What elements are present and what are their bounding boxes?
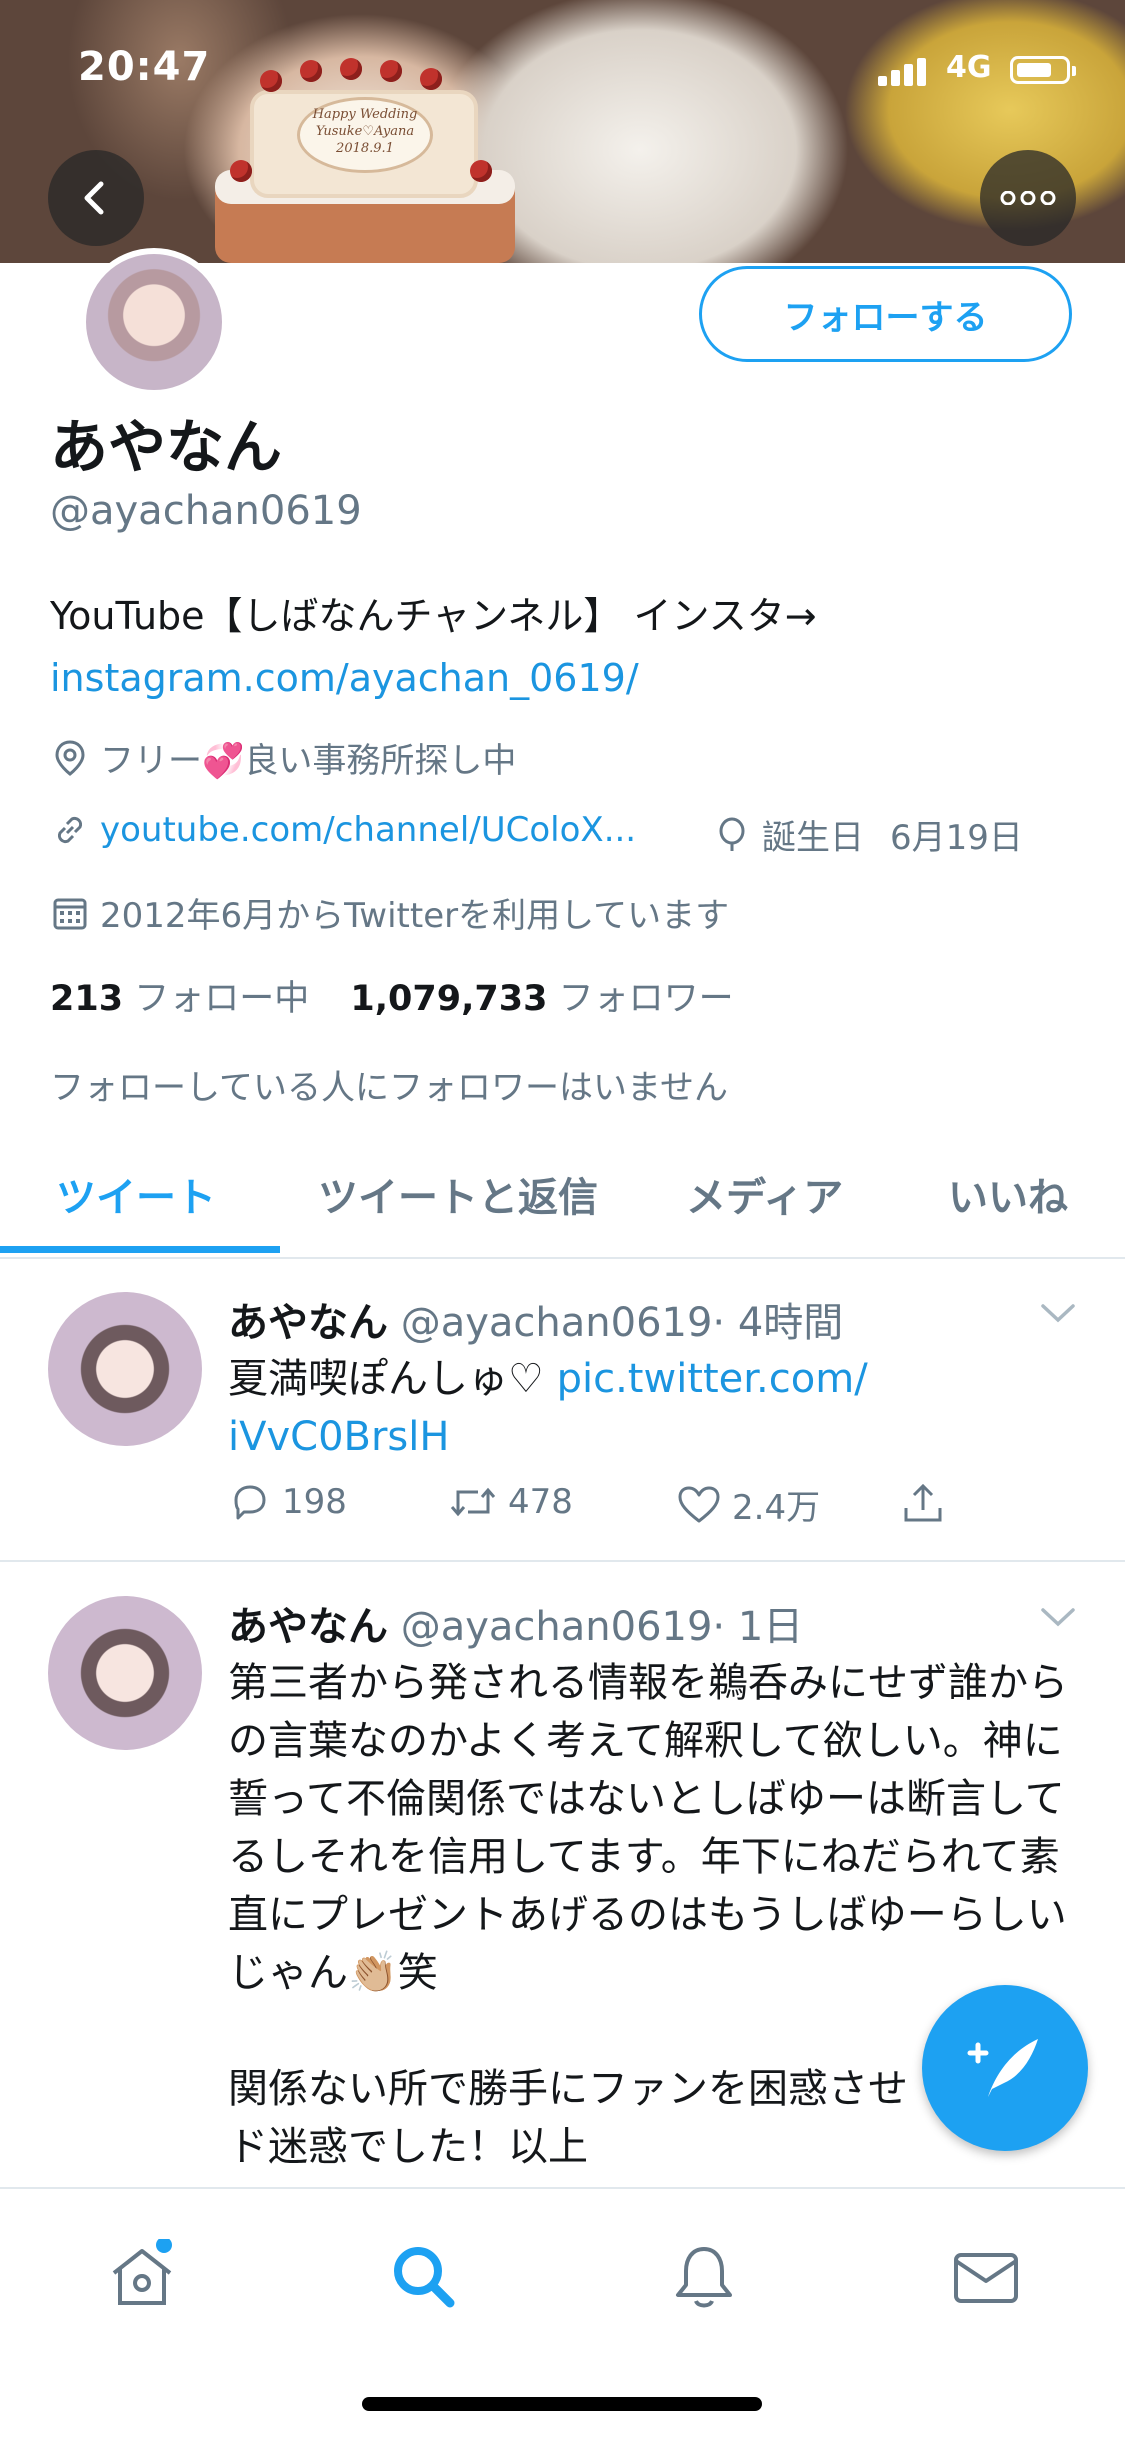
- tab-tweets[interactable]: ツイート: [56, 1165, 216, 1223]
- nav-home[interactable]: [104, 2237, 180, 2319]
- tweet-time: · 4時間: [712, 1300, 844, 1346]
- more-icon: [1000, 191, 1056, 205]
- following-link[interactable]: 213 フォロー中: [50, 979, 309, 1019]
- berry: [340, 58, 362, 80]
- cake-plaque-text: Happy Wedding Yusuke♡Ayana 2018.9.1: [312, 107, 418, 156]
- tweet[interactable]: あやなん @ayachan0619· 4時間 夏満喫ぽんしゅ♡ pic.twit…: [0, 1258, 1125, 1560]
- like-button[interactable]: 2.4万: [676, 1480, 820, 1529]
- active-tab-indicator: [0, 1246, 280, 1253]
- chevron-down-icon[interactable]: [1039, 1604, 1077, 1630]
- share-button[interactable]: [900, 1480, 956, 1526]
- header-banner-image[interactable]: Happy Wedding Yusuke♡Ayana 2018.9.1: [0, 0, 1125, 263]
- bio-link[interactable]: instagram.com/ayachan_0619/: [50, 647, 1090, 709]
- followers-link[interactable]: 1,079,733 フォロワー: [350, 979, 733, 1019]
- profile-handle: @ayachan0619: [50, 488, 362, 534]
- reply-icon: [234, 1485, 266, 1520]
- tab-media[interactable]: メディア: [686, 1165, 843, 1223]
- followers-label: フォロワー: [558, 979, 734, 1019]
- back-icon: [84, 181, 104, 215]
- joined-text: 2012年6月からTwitterを利用しています: [100, 896, 730, 936]
- tweet-author-name: あやなん: [228, 1300, 388, 1346]
- home-indicator[interactable]: [362, 2397, 762, 2411]
- home-icon: [112, 2237, 172, 2305]
- profile-joined: 2012年6月からTwitterを利用しています: [50, 888, 729, 937]
- following-count: 213: [50, 979, 124, 1019]
- birthday-value: 6月19日: [890, 818, 1023, 858]
- berry: [300, 60, 322, 82]
- tab-likes[interactable]: いいね: [948, 1165, 1068, 1223]
- tweet-avatar[interactable]: [48, 1292, 202, 1446]
- battery-icon: [1010, 56, 1076, 84]
- compose-icon: [967, 2039, 1038, 2097]
- tab-tweets-replies[interactable]: ツイートと返信: [318, 1165, 598, 1223]
- reply-button[interactable]: 198: [228, 1480, 347, 1524]
- profile-website[interactable]: youtube.com/channel/UColoX...: [50, 810, 636, 850]
- profile-bio: YouTube【しばなんチャンネル】 インスタ→ instagram.com/a…: [50, 585, 1090, 709]
- tweet-text: 夏満喫ぽんしゅ♡ pic.twitter.com/ iVvC0BrslH: [228, 1350, 1078, 1466]
- status-time: 20:47: [78, 44, 211, 90]
- network-type: 4G: [946, 50, 992, 85]
- location-text: フリー💞良い事務所探し中: [100, 741, 517, 781]
- signal-icon: [878, 56, 930, 86]
- tweet-text-body: 夏満喫ぽんしゅ♡: [228, 1356, 557, 1402]
- chevron-down-icon[interactable]: [1039, 1300, 1077, 1326]
- retweet-count: 478: [508, 1482, 573, 1522]
- like-count: 2.4万: [732, 1488, 821, 1528]
- tweet-avatar[interactable]: [48, 1596, 202, 1750]
- berry: [230, 160, 252, 182]
- profile-location: フリー💞良い事務所探し中: [50, 733, 516, 782]
- compose-tweet-button[interactable]: [922, 1985, 1088, 2151]
- retweet-icon: [450, 1487, 496, 1517]
- website-link[interactable]: youtube.com/channel/UColoX...: [100, 810, 636, 850]
- bio-text: YouTube【しばなんチャンネル】 インスタ→: [50, 594, 817, 638]
- profile-tabs: ツイート ツイートと返信 メディア いいね: [0, 1125, 1125, 1259]
- tweet-header: あやなん @ayachan0619· 1日: [228, 1594, 803, 1652]
- berry: [470, 160, 492, 182]
- messages-icon: [954, 2253, 1018, 2303]
- berry: [420, 68, 442, 90]
- location-pin-icon: [55, 739, 85, 776]
- tweet-author-handle: @ayachan0619: [400, 1300, 713, 1346]
- nav-search[interactable]: [386, 2239, 462, 2319]
- share-icon: [904, 1483, 942, 1522]
- link-icon: [57, 816, 83, 844]
- nav-messages[interactable]: [948, 2239, 1024, 2319]
- like-icon: [678, 1486, 720, 1522]
- berry: [380, 60, 402, 82]
- notifications-icon: [676, 2247, 732, 2308]
- profile-birthday: 誕生日 6月19日: [712, 810, 1023, 859]
- follow-counts: 213 フォロー中 1,079,733 フォロワー: [50, 970, 734, 1021]
- tweet-time: · 1日: [712, 1604, 804, 1650]
- tweet-author-handle: @ayachan0619: [400, 1604, 713, 1650]
- search-icon: [394, 2247, 455, 2308]
- more-button[interactable]: [980, 150, 1076, 246]
- calendar-icon: [53, 898, 87, 929]
- profile-avatar[interactable]: [80, 248, 228, 396]
- back-button[interactable]: [48, 150, 144, 246]
- follow-button[interactable]: フォローする: [699, 266, 1072, 362]
- berry: [260, 70, 282, 92]
- nav-notifications[interactable]: [666, 2239, 742, 2319]
- birthday-label: 誕生日: [762, 818, 864, 858]
- reply-count: 198: [282, 1482, 347, 1522]
- balloon-icon: [719, 817, 745, 851]
- followers-count: 1,079,733: [350, 979, 548, 1019]
- tweet-author-name: あやなん: [228, 1604, 388, 1650]
- retweet-button[interactable]: 478: [448, 1480, 573, 1524]
- following-label: フォロー中: [134, 979, 310, 1019]
- known-followers-text: フォローしている人にフォロワーはいません: [50, 1068, 728, 1108]
- tweet-header: あやなん @ayachan0619· 4時間: [228, 1290, 843, 1348]
- profile-name: あやなん: [50, 413, 283, 481]
